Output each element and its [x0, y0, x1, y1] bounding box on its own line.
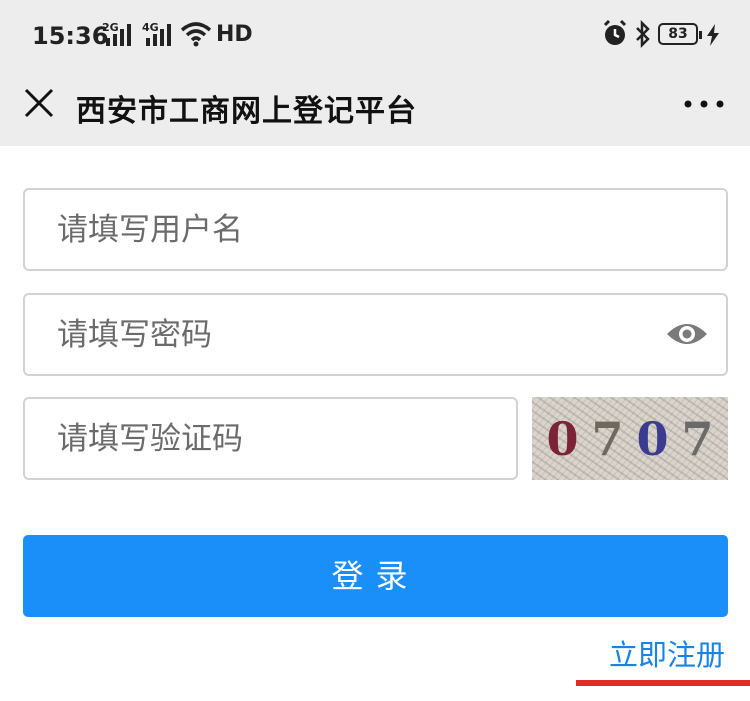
password-input[interactable]: [25, 295, 726, 374]
signal-icon-2: 4G: [142, 21, 171, 46]
charging-icon: [707, 24, 719, 46]
alarm-icon: [603, 20, 627, 45]
hd-label: HD: [216, 22, 253, 47]
register-link[interactable]: 立即注册: [609, 632, 725, 674]
captcha-digit: 0: [546, 411, 579, 466]
network-label-4g: 4G: [142, 21, 159, 34]
username-field: [23, 188, 728, 271]
login-button[interactable]: 登录: [23, 535, 728, 617]
username-input[interactable]: [25, 190, 726, 269]
close-icon[interactable]: [22, 86, 56, 120]
network-label-2g: 2G: [102, 21, 119, 34]
status-time: 15:36: [32, 22, 109, 50]
captcha-field: [23, 397, 518, 480]
wifi-icon: [180, 22, 212, 47]
nav-bar: 西安市工商网上登记平台: [0, 70, 750, 146]
captcha-digit: 7: [591, 411, 624, 466]
captcha-digit: 0: [636, 411, 669, 466]
bluetooth-icon: [636, 20, 650, 48]
battery-icon: 83: [658, 23, 702, 45]
captcha-image[interactable]: 0 7 0 7: [532, 397, 728, 480]
eye-icon[interactable]: [666, 319, 708, 349]
status-right-icons: 83: [602, 20, 722, 50]
more-icon[interactable]: [684, 100, 724, 108]
captcha-input[interactable]: [25, 399, 516, 478]
captcha-digit: 7: [681, 411, 714, 466]
signal-icon: 2G: [102, 21, 131, 46]
status-bar: 15:36 2G 4G HD 83: [0, 0, 750, 70]
annotation-underline: [576, 680, 750, 686]
password-field: [23, 293, 728, 376]
page-title: 西安市工商网上登记平台: [76, 94, 417, 129]
